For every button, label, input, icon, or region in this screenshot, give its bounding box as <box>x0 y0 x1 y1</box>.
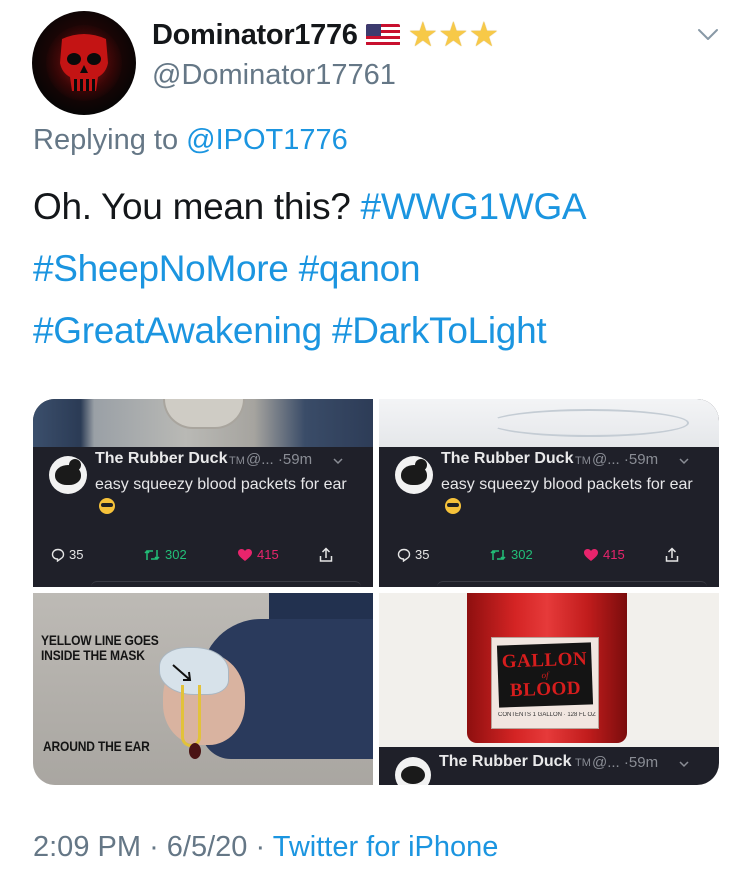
chevron-down-icon <box>333 458 343 465</box>
hashtag-link[interactable]: #SheepNoMore <box>33 248 289 289</box>
share-action <box>319 547 333 563</box>
tweet-source-link[interactable]: Twitter for iPhone <box>273 831 499 863</box>
share-icon <box>665 547 679 562</box>
card-tm: TM <box>575 455 591 467</box>
author-name-row: Dominator1776 ★ ★ ★ <box>152 18 499 52</box>
chevron-down-icon <box>679 458 689 465</box>
retweet-count: 302 <box>143 547 187 562</box>
heart-icon <box>238 548 252 561</box>
retweet-count-label: 302 <box>511 547 533 562</box>
replying-to-prefix: Replying to <box>33 124 179 156</box>
card-divider <box>91 581 361 587</box>
tweet-text: Oh. You mean this? #WWG1WGA #SheepNoMore… <box>33 176 723 362</box>
duck-avatar-icon <box>395 757 431 785</box>
us-flag-icon <box>365 24 400 46</box>
heart-icon <box>584 548 598 561</box>
author-display-name[interactable]: Dominator1776 <box>152 19 358 52</box>
media-tile-3[interactable]: YELLOW LINE GOES INSIDE THE MASK AROUND … <box>33 593 373 785</box>
reply-count: 35 <box>51 547 83 562</box>
author-handle[interactable]: @Dominator17761 <box>152 59 396 92</box>
reply-count-label: 35 <box>69 547 84 562</box>
sunglasses-emoji-icon <box>99 498 115 514</box>
chevron-down-icon <box>679 761 689 768</box>
card-author-name: The Rubber Duck <box>439 753 572 770</box>
retweet-count: 302 <box>489 547 533 562</box>
photo-figure <box>181 685 201 747</box>
card-author-name: The Rubber Duck <box>95 450 228 467</box>
reply-icon <box>397 548 411 562</box>
photo-caption-bottom: AROUND THE EAR <box>43 738 150 754</box>
card-divider <box>437 581 707 587</box>
media-tile-2[interactable]: The Rubber Duck TM @... ·59m easy squeez… <box>379 399 719 587</box>
like-count: 415 <box>237 547 279 562</box>
photo-product-label: GALLON of BLOOD CONTENTS 1 GALLON · 128 … <box>491 637 599 729</box>
retweet-icon <box>490 549 506 560</box>
duck-avatar-icon <box>395 456 433 494</box>
photo-caption-top: YELLOW LINE GOES INSIDE THE MASK <box>41 632 159 663</box>
reply-count: 35 <box>397 547 429 562</box>
punisher-skull-icon <box>60 34 108 91</box>
card-author-name: The Rubber Duck <box>441 450 574 467</box>
media-tile-1[interactable]: The Rubber Duck TM @... ·59m easy squeez… <box>33 399 373 587</box>
embedded-tweet-card: The Rubber Duck TM @... ·59m <box>379 747 719 785</box>
like-count-label: 415 <box>257 547 279 562</box>
retweet-count-label: 302 <box>165 547 187 562</box>
star-badges: ★ ★ ★ <box>408 18 499 52</box>
retweet-icon <box>144 549 160 560</box>
like-count: 415 <box>583 547 625 562</box>
reply-icon <box>51 548 65 562</box>
share-icon <box>319 547 333 562</box>
sunglasses-emoji-icon <box>445 498 461 514</box>
replying-to-link[interactable]: @IPOT1776 <box>186 124 348 156</box>
replying-to: Replying to @IPOT1776 <box>33 124 348 157</box>
media-grid: The Rubber Duck TM @... ·59m easy squeez… <box>33 399 719 785</box>
embedded-tweet-card: The Rubber Duck TM @... ·59m easy squeez… <box>33 447 373 587</box>
card-meta: @... ·59m <box>592 754 659 771</box>
card-text: easy squeezy blood packets for ear <box>441 473 703 519</box>
card-actions: 35 302 415 <box>397 547 707 567</box>
separator: · <box>149 831 159 863</box>
hashtag-link[interactable]: #DarkToLight <box>332 310 547 351</box>
like-count-label: 415 <box>603 547 625 562</box>
tweet-date: 6/5/20 <box>166 831 248 863</box>
chevron-down-icon[interactable] <box>696 22 720 46</box>
share-action <box>665 547 679 563</box>
label-line-1: GALLON <box>501 648 588 672</box>
card-actions: 35 302 415 <box>51 547 361 567</box>
hashtag-link[interactable]: #GreatAwakening <box>33 310 322 351</box>
tweet-lead: Oh. You mean this? <box>33 186 351 227</box>
media-photo-strip <box>33 399 373 447</box>
star-icon: ★ <box>407 16 439 54</box>
card-meta: @... ·59m <box>246 451 313 468</box>
hashtag-link[interactable]: #WWG1WGA <box>361 186 587 227</box>
arrow-annotation-icon <box>172 664 192 681</box>
separator: · <box>255 831 266 863</box>
card-text: easy squeezy blood packets for ear <box>95 473 357 519</box>
card-meta: @... ·59m <box>592 451 659 468</box>
card-tm: TM <box>575 757 591 769</box>
star-icon: ★ <box>468 16 500 54</box>
label-line-2: BLOOD <box>509 677 582 701</box>
duck-avatar-icon <box>49 456 87 494</box>
embedded-tweet-card: The Rubber Duck TM @... ·59m easy squeez… <box>379 447 719 587</box>
photo-figure <box>189 743 201 759</box>
reply-count-label: 35 <box>415 547 430 562</box>
media-tile-4[interactable]: GALLON of BLOOD CONTENTS 1 GALLON · 128 … <box>379 593 719 785</box>
tweet-footer: 2:09 PM · 6/5/20 · Twitter for iPhone <box>33 831 498 864</box>
tweet-time: 2:09 PM <box>33 831 141 863</box>
media-photo-strip <box>379 399 719 447</box>
card-tm: TM <box>229 455 245 467</box>
star-icon: ★ <box>438 16 469 54</box>
label-contents: CONTENTS 1 GALLON · 128 FL OZ (3.8L) <box>498 712 596 718</box>
author-avatar[interactable] <box>32 11 136 115</box>
hashtag-link[interactable]: #qanon <box>299 248 421 289</box>
